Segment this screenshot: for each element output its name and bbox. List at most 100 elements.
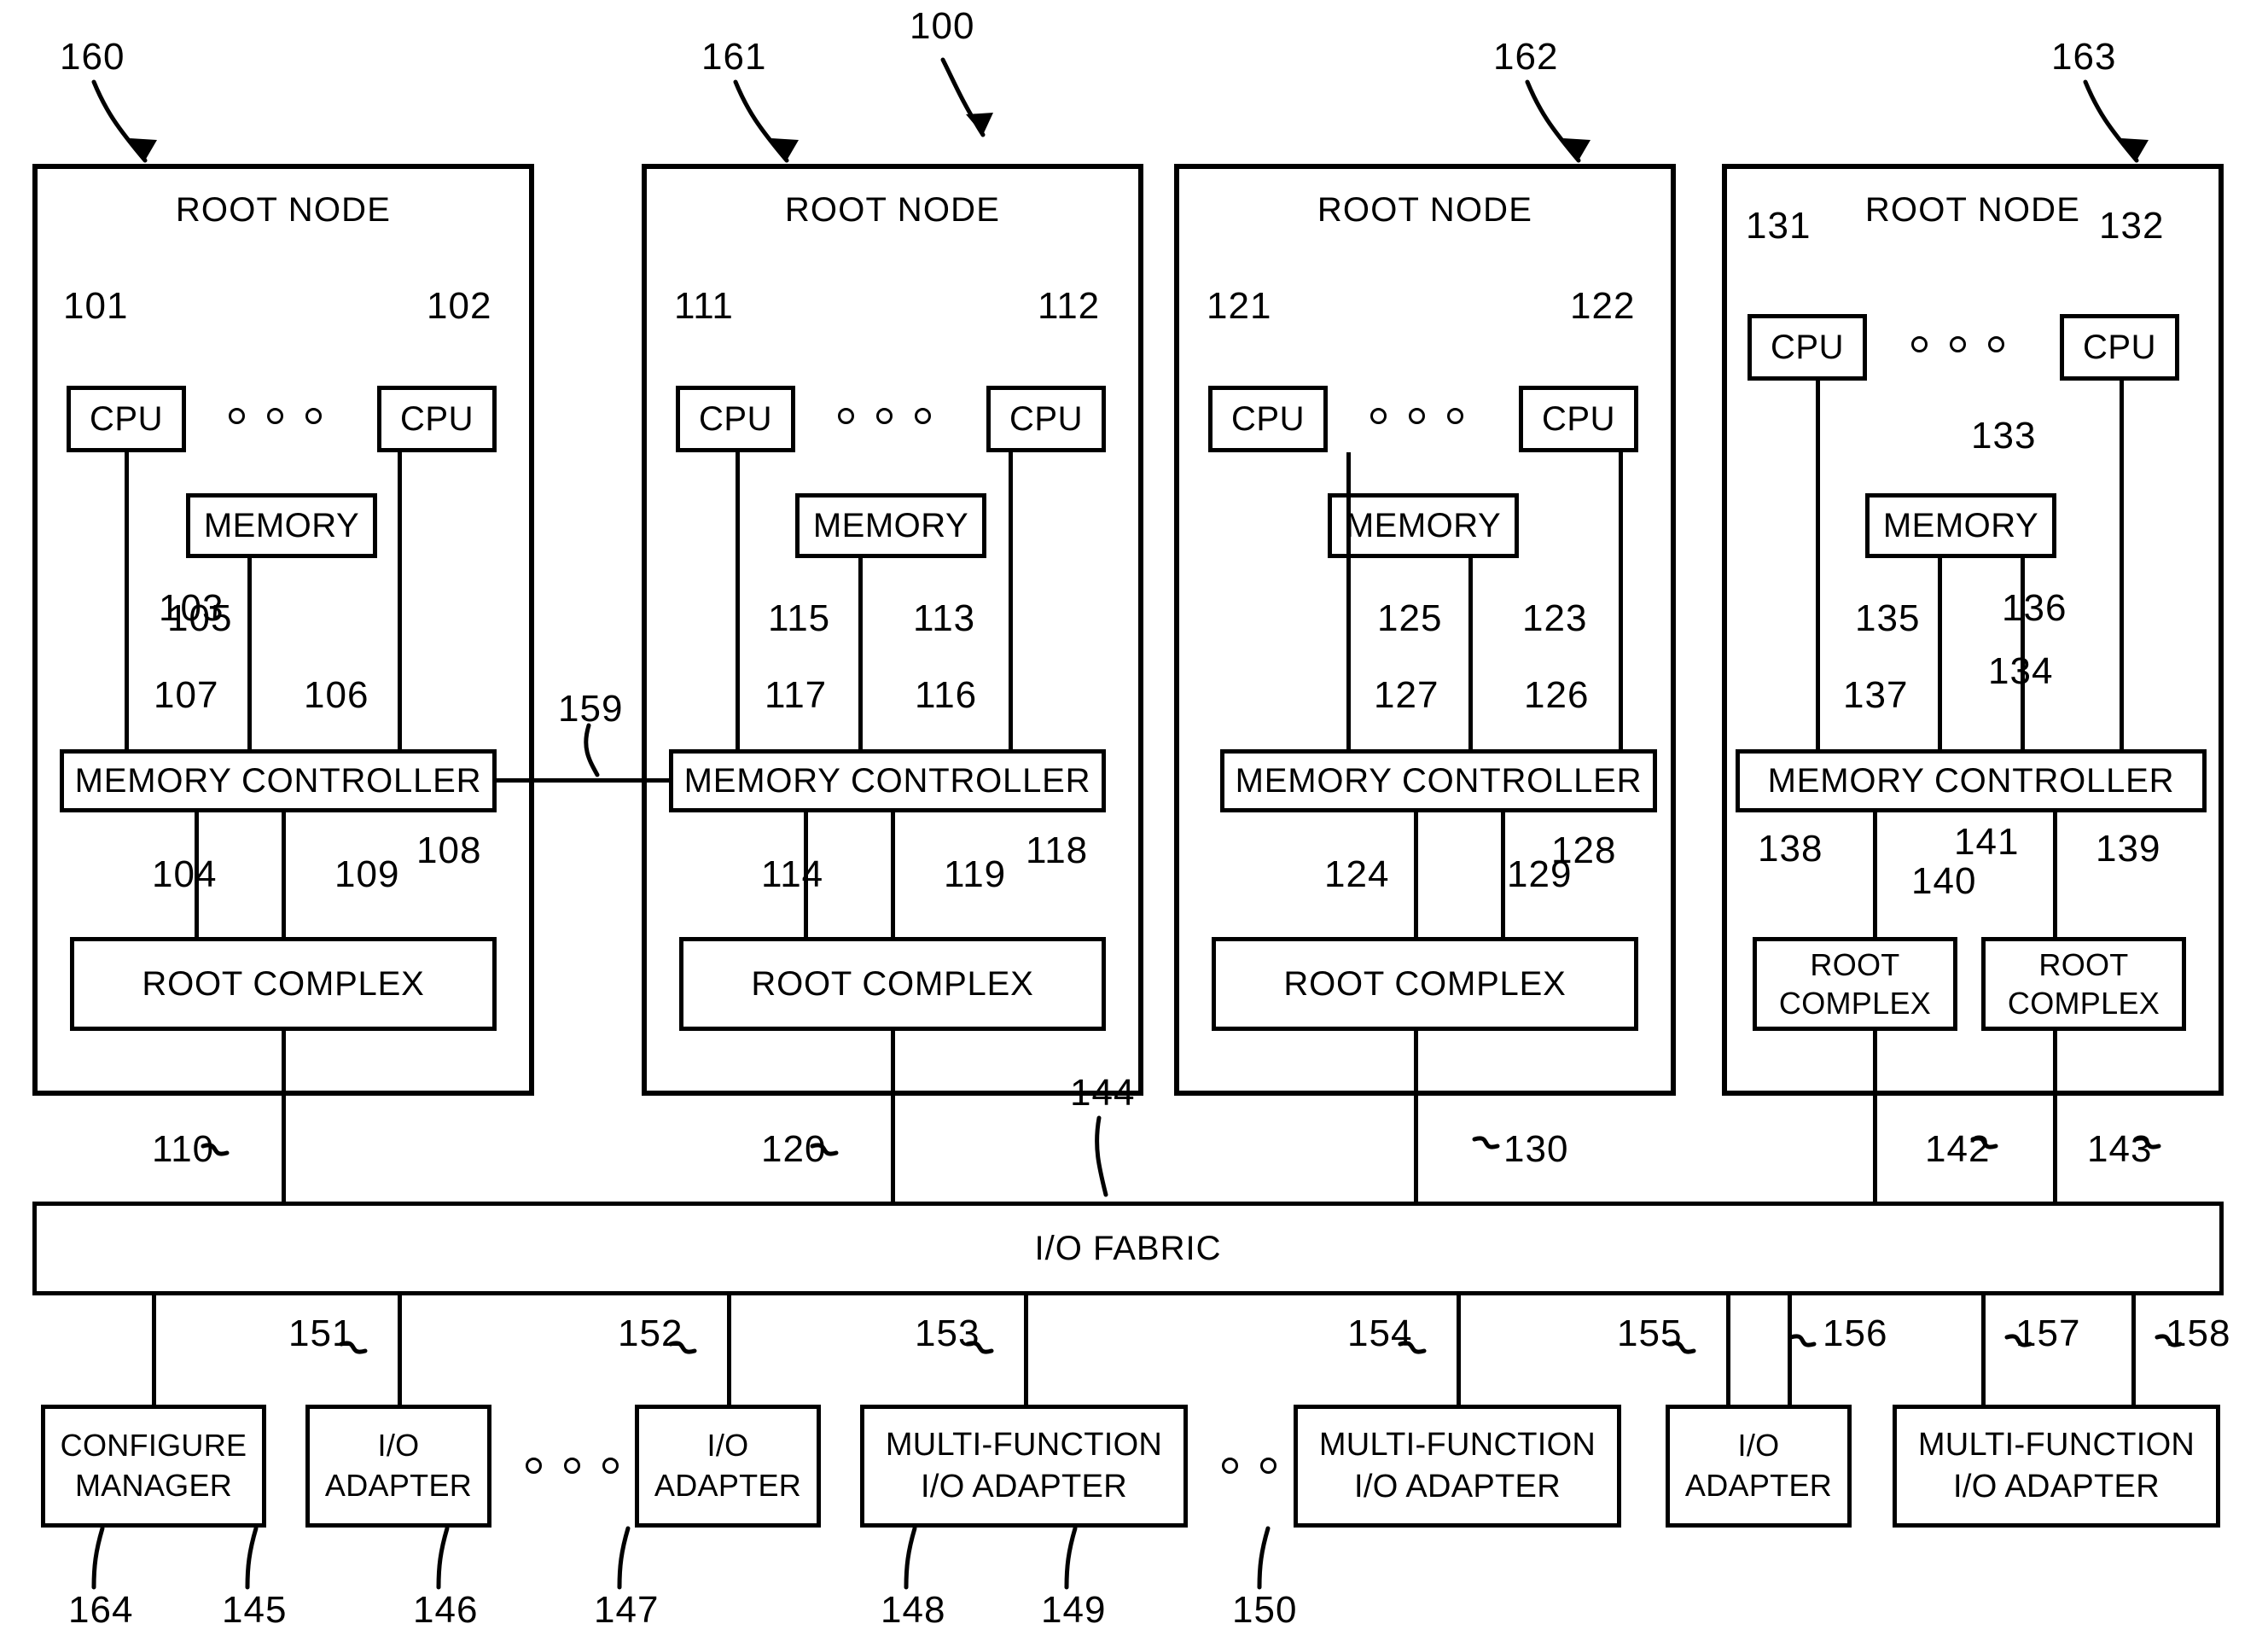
ref-157: 157	[2015, 1312, 2081, 1354]
ref-109: 109	[334, 853, 400, 895]
cpu-102[interactable]: CPU	[377, 386, 497, 452]
memory-controller-162[interactable]: MEMORY CONTROLLER	[1220, 749, 1657, 812]
root-complex-138[interactable]: ROOT COMPLEX	[1753, 937, 1957, 1031]
cpu-122[interactable]: CPU	[1519, 386, 1638, 452]
cpu-132[interactable]: CPU	[2060, 314, 2179, 381]
cpu-112[interactable]: CPU	[986, 386, 1106, 452]
cpu-111[interactable]: CPU	[676, 386, 795, 452]
ref-135: 135	[1855, 597, 1921, 639]
ref-126: 126	[1524, 674, 1590, 716]
ref-148: 148	[881, 1589, 946, 1631]
ref-151: 151	[288, 1312, 354, 1354]
ref-123: 123	[1522, 597, 1588, 639]
ref-120: 120	[761, 1128, 827, 1170]
root-complex-128[interactable]: ROOT COMPLEX	[1212, 937, 1638, 1031]
root-node-161-title: ROOT NODE	[784, 191, 1001, 229]
ref-131: 131	[1746, 205, 1811, 247]
ref-117: 117	[765, 674, 828, 716]
bus-115	[736, 452, 740, 753]
bus-134	[2120, 381, 2124, 753]
configure-manager-164[interactable]: CONFIGURE MANAGER	[41, 1405, 266, 1528]
io-fabric[interactable]: I/O FABRIC	[32, 1202, 2224, 1295]
ref-113: 113	[913, 597, 976, 639]
ref-133: 133	[1971, 415, 2037, 457]
ref-116: 116	[915, 674, 978, 716]
ref-158: 158	[2166, 1312, 2231, 1354]
cpu-101[interactable]: CPU	[67, 386, 186, 452]
mc-out-109	[282, 812, 286, 939]
memory-controller-160[interactable]: MEMORY CONTROLLER	[60, 749, 497, 812]
memory-controller-163[interactable]: MEMORY CONTROLLER	[1736, 749, 2207, 812]
bus-116	[1009, 452, 1013, 753]
ref-143: 143	[2087, 1128, 2153, 1170]
patent-figure-canvas: 100 160 ROOT NODE 101 102 CPU CPU MEMORY…	[0, 0, 2268, 1647]
mf-io-adapter-150[interactable]: MULTI-FUNCTION I/O ADAPTER	[1893, 1405, 2220, 1528]
link-143	[2053, 1031, 2057, 1227]
ref-155: 155	[1617, 1312, 1683, 1354]
ref-138: 138	[1758, 828, 1823, 870]
mc-out-141	[2053, 812, 2057, 940]
root-complex-118[interactable]: ROOT COMPLEX	[679, 937, 1106, 1031]
memory-133[interactable]: MEMORY	[1865, 493, 2056, 558]
ref-101: 101	[63, 285, 129, 327]
bus-105	[125, 452, 129, 753]
mc-out-124	[1414, 812, 1418, 939]
cpu-131[interactable]: CPU	[1748, 314, 1867, 381]
io-adapter-146[interactable]: I/O ADAPTER	[635, 1405, 821, 1528]
bus-125	[1346, 452, 1351, 753]
ref-141: 141	[1954, 821, 2020, 863]
ref-162: 162	[1493, 36, 1559, 78]
link-157	[1981, 1295, 1986, 1405]
ref-112: 112	[1038, 285, 1101, 327]
io-adapter-145[interactable]: I/O ADAPTER	[305, 1405, 491, 1528]
link-155	[1726, 1295, 1730, 1405]
ref-149: 149	[1041, 1589, 1107, 1631]
mc-out-119	[891, 812, 895, 939]
mf-io-adapter-148[interactable]: MULTI-FUNCTION I/O ADAPTER	[1294, 1405, 1621, 1528]
link-154	[1457, 1295, 1461, 1405]
ref-106: 106	[304, 674, 369, 716]
ref-142: 142	[1925, 1128, 1991, 1170]
ref-164: 164	[68, 1589, 134, 1631]
mf-io-adapter-147[interactable]: MULTI-FUNCTION I/O ADAPTER	[860, 1405, 1188, 1528]
link-156	[1788, 1295, 1792, 1405]
mc-out-140	[1873, 812, 1877, 940]
root-node-162-title: ROOT NODE	[1317, 191, 1533, 229]
link-152	[727, 1295, 731, 1405]
ref-105: 105	[167, 597, 233, 639]
ref-122: 122	[1570, 285, 1636, 327]
bus-126	[1619, 452, 1623, 753]
ref-119: 119	[944, 853, 1007, 895]
cpu-121[interactable]: CPU	[1208, 386, 1328, 452]
link-158	[2131, 1295, 2136, 1405]
mc-out-129	[1501, 812, 1505, 939]
bus-106	[398, 452, 402, 753]
root-complex-108[interactable]: ROOT COMPLEX	[70, 937, 497, 1031]
ref-118: 118	[1026, 829, 1089, 871]
root-complex-139[interactable]: ROOT COMPLEX	[1981, 937, 2186, 1031]
bus-107	[247, 558, 252, 753]
ref-163: 163	[2051, 36, 2117, 78]
link-configure-manager	[152, 1295, 156, 1405]
ref-128: 128	[1551, 829, 1617, 871]
ref-159: 159	[558, 688, 624, 730]
ref-161: 161	[701, 36, 767, 78]
memory-113[interactable]: MEMORY	[795, 493, 986, 558]
ref-152: 152	[618, 1312, 683, 1354]
io-adapter-149[interactable]: I/O ADAPTER	[1666, 1405, 1852, 1528]
memory-controller-161[interactable]: MEMORY CONTROLLER	[669, 749, 1106, 812]
adapter-ellipsis-left	[526, 1458, 619, 1474]
ref-153: 153	[915, 1312, 980, 1354]
ref-146: 146	[413, 1589, 479, 1631]
inter-node-link-159	[497, 778, 669, 783]
bus-135	[1816, 381, 1820, 753]
bus-117	[858, 558, 863, 753]
ref-140: 140	[1911, 860, 1977, 902]
bus-127	[1468, 558, 1473, 753]
ref-134: 134	[1988, 650, 2054, 692]
ref-127: 127	[1374, 674, 1439, 716]
cpu-ellipsis-161	[838, 408, 931, 424]
memory-123[interactable]: MEMORY	[1328, 493, 1519, 558]
memory-103[interactable]: MEMORY	[186, 493, 377, 558]
ref-145: 145	[222, 1589, 288, 1631]
